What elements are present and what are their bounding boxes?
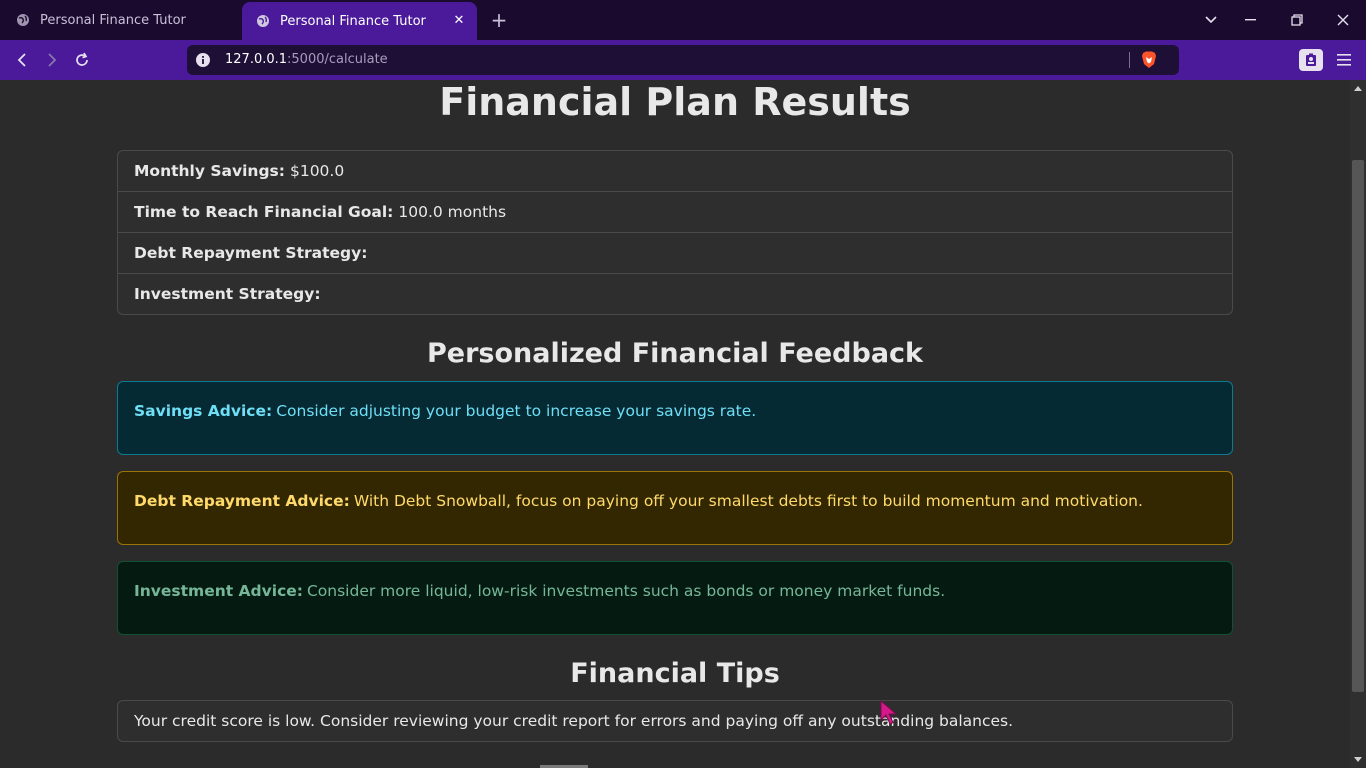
- tab-title: Personal Finance Tutor: [40, 12, 186, 28]
- reload-button[interactable]: [70, 48, 94, 72]
- alert-label: Savings Advice:: [134, 402, 273, 420]
- minimize-button[interactable]: [1228, 0, 1274, 40]
- url-host: 127.0.0.1: [225, 52, 288, 67]
- alert-text: With Debt Snowball, focus on paying off …: [353, 492, 1143, 510]
- result-label: Monthly Savings:: [134, 162, 285, 180]
- page-viewport: Financial Plan Results Monthly Savings: $…: [0, 80, 1350, 768]
- alert-label: Investment Advice:: [134, 582, 303, 600]
- browser-toolbar: 127.0.0.1:5000/calculate: [0, 40, 1366, 80]
- close-window-button[interactable]: [1320, 0, 1366, 40]
- scrollbar-thumb[interactable]: [1352, 160, 1364, 692]
- menu-icon[interactable]: [1332, 48, 1356, 72]
- address-bar-divider: [1129, 52, 1130, 68]
- tab-personal-finance-tutor-2[interactable]: Personal Finance Tutor ✕: [242, 2, 477, 40]
- result-time-to-goal: Time to Reach Financial Goal: 100.0 month…: [118, 192, 1232, 233]
- mouse-cursor-icon: [880, 699, 898, 726]
- scroll-up-arrow-icon[interactable]: [1354, 86, 1362, 91]
- back-button[interactable]: [10, 48, 34, 72]
- tab-personal-finance-tutor-1[interactable]: Personal Finance Tutor: [0, 0, 240, 40]
- url-text[interactable]: 127.0.0.1:5000/calculate: [225, 52, 388, 67]
- site-info-icon[interactable]: [195, 52, 211, 68]
- investment-advice-alert: Investment Advice: Consider more liquid, …: [117, 561, 1233, 635]
- result-value: 100.0 months: [398, 203, 507, 221]
- result-label: Time to Reach Financial Goal:: [134, 203, 394, 221]
- result-debt-strategy: Debt Repayment Strategy:: [118, 233, 1232, 274]
- alert-text: Consider adjusting your budget to increa…: [276, 402, 757, 420]
- forward-button[interactable]: [40, 48, 64, 72]
- globe-icon: [16, 13, 30, 27]
- close-tab-icon[interactable]: ✕: [451, 13, 467, 29]
- feedback-heading: Personalized Financial Feedback: [426, 338, 924, 369]
- wallet-icon[interactable]: [1299, 49, 1323, 71]
- alert-label: Debt Repayment Advice:: [134, 492, 350, 510]
- results-list: Monthly Savings: $100.0 Time to Reach Fin…: [117, 150, 1233, 315]
- scroll-down-arrow-icon[interactable]: [1354, 757, 1362, 762]
- globe-icon: [256, 14, 270, 28]
- tab-strip: Personal Finance Tutor Personal Finance …: [0, 0, 1366, 40]
- tips-heading: Financial Tips: [570, 658, 780, 689]
- page-scrollbar[interactable]: [1350, 80, 1366, 768]
- brave-shields-icon[interactable]: [1141, 51, 1157, 69]
- result-label: Investment Strategy:: [134, 285, 321, 303]
- url-path: :5000/calculate: [287, 52, 388, 67]
- savings-advice-alert: Savings Advice: Consider adjusting your b…: [117, 381, 1233, 455]
- result-investment-strategy: Investment Strategy:: [118, 274, 1232, 314]
- tip-item: Your credit score is low. Consider revie…: [117, 700, 1233, 742]
- alert-text: Consider more liquid, low-risk investmen…: [306, 582, 946, 600]
- new-tab-button[interactable]: +: [488, 8, 510, 32]
- address-bar[interactable]: 127.0.0.1:5000/calculate: [187, 45, 1179, 75]
- restore-button[interactable]: [1274, 0, 1320, 40]
- debt-advice-alert: Debt Repayment Advice: With Debt Snowball…: [117, 471, 1233, 545]
- result-label: Debt Repayment Strategy:: [134, 244, 368, 262]
- result-monthly-savings: Monthly Savings: $100.0: [118, 151, 1232, 192]
- page-title: Financial Plan Results: [439, 80, 911, 124]
- result-value: $100.0: [289, 162, 345, 180]
- tab-title: Personal Finance Tutor: [280, 13, 426, 29]
